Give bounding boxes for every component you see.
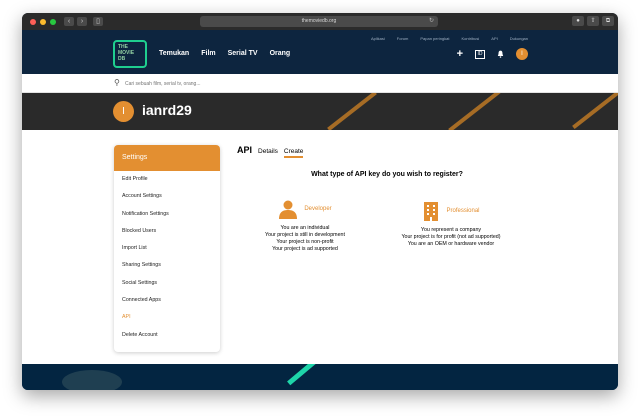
- sidebar-item-social-settings[interactable]: Social Settings: [114, 275, 220, 292]
- sidebar-item-connected-apps[interactable]: Connected Apps: [114, 292, 220, 309]
- user-avatar[interactable]: I: [516, 48, 528, 60]
- sidebar-item-edit-profile[interactable]: Edit Profile: [114, 171, 220, 188]
- site-footer: [22, 364, 618, 390]
- professional-line: You are an OEM or hardware vendor: [407, 241, 495, 247]
- share-icon[interactable]: ⇧: [587, 16, 599, 26]
- search-bar: ⚲: [22, 74, 618, 93]
- person-icon: [279, 200, 298, 219]
- sidebar-item-account-settings[interactable]: Account Settings: [114, 188, 220, 205]
- developer-line: You are an individual: [280, 225, 330, 231]
- minimize-window-button[interactable]: [40, 18, 46, 25]
- banner-stripe: [572, 93, 618, 130]
- bell-icon[interactable]: [497, 50, 504, 58]
- sidebar-item-delete-account[interactable]: Delete Account: [114, 327, 220, 344]
- browser-window: ‹ › ▯ themoviedb.org ↻ ● ⇧ ⧉ THE MOVIE D…: [22, 13, 618, 390]
- back-icon[interactable]: ‹: [64, 17, 74, 26]
- banner-stripe: [448, 93, 506, 130]
- footer-stripe: [287, 364, 321, 386]
- url-text: themoviedb.org: [301, 18, 337, 24]
- settings-content: Settings Edit Profile Account Settings N…: [22, 130, 618, 364]
- sidebar-title: Settings: [114, 145, 220, 171]
- tmdb-logo[interactable]: THE MOVIE DB: [113, 40, 147, 68]
- sidebar-item-notification-settings[interactable]: Notification Settings: [114, 206, 220, 223]
- link-api[interactable]: API: [491, 36, 497, 41]
- header-icons: + ID I: [457, 48, 528, 60]
- developer-line: Your project is ad supported: [272, 246, 338, 252]
- menu-item-temukan[interactable]: Temukan: [159, 50, 189, 57]
- reload-icon[interactable]: ↻: [429, 16, 434, 27]
- profile-banner: I ianrd29: [22, 93, 618, 130]
- link-dukungan[interactable]: Dukungan: [510, 36, 528, 41]
- sidebar-item-sharing-settings[interactable]: Sharing Settings: [114, 257, 220, 274]
- professional-line: Your project is for profit (not ad suppo…: [401, 234, 501, 240]
- link-papan-peringkat[interactable]: Papan peringkat: [420, 36, 449, 41]
- forward-icon[interactable]: ›: [77, 17, 87, 26]
- api-tabs: API Details Create: [237, 145, 304, 158]
- top-links: Aplikasi Forum Papan peringkat Kontribus…: [371, 36, 528, 41]
- professional-option[interactable]: Professional You represent a company You…: [387, 201, 515, 248]
- tab-details[interactable]: Details: [258, 148, 278, 155]
- sidebar-toggle-icon[interactable]: ▯: [93, 17, 103, 26]
- profile-username[interactable]: ianrd29: [142, 102, 192, 118]
- building-icon: [424, 202, 439, 221]
- site-header: THE MOVIE DB Temukan Film Serial TV Oran…: [22, 30, 618, 74]
- sidebar-item-blocked-users[interactable]: Blocked Users: [114, 223, 220, 240]
- link-aplikasi[interactable]: Aplikasi: [371, 36, 385, 41]
- api-key-question: What type of API key do you wish to regi…: [311, 171, 463, 178]
- developer-option[interactable]: Developer You are an individual Your pro…: [250, 199, 360, 253]
- sidebar-item-import-list[interactable]: Import List: [114, 240, 220, 257]
- banner-stripe: [327, 93, 377, 130]
- tabs-overview-icon[interactable]: ⧉: [602, 16, 614, 26]
- developer-line: Your project is still in development: [265, 232, 345, 238]
- search-icon: ⚲: [114, 78, 120, 87]
- menu-item-serial-tv[interactable]: Serial TV: [228, 50, 258, 57]
- browser-toolbar: ‹ › ▯ themoviedb.org ↻ ● ⇧ ⧉: [22, 13, 618, 30]
- developer-title[interactable]: Developer: [304, 206, 331, 213]
- tab-create[interactable]: Create: [283, 148, 304, 158]
- settings-sidebar: Settings Edit Profile Account Settings N…: [114, 145, 220, 352]
- menu-item-orang[interactable]: Orang: [270, 50, 291, 57]
- professional-line: You represent a company: [420, 227, 482, 233]
- search-input[interactable]: [125, 77, 425, 90]
- developer-line: Your project is non-profit: [276, 239, 334, 245]
- profile-avatar[interactable]: I: [113, 101, 134, 122]
- logo-line: DB: [118, 56, 126, 62]
- plus-icon[interactable]: +: [457, 48, 463, 60]
- address-bar[interactable]: themoviedb.org ↻: [200, 16, 438, 27]
- extension-icon[interactable]: ●: [572, 16, 584, 26]
- professional-title[interactable]: Professional: [446, 208, 479, 215]
- sidebar-item-api[interactable]: API: [114, 309, 220, 326]
- api-heading: API: [237, 145, 253, 155]
- link-kontribusi[interactable]: Kontribusi: [462, 36, 480, 41]
- language-badge[interactable]: ID: [475, 49, 485, 59]
- link-forum[interactable]: Forum: [397, 36, 409, 41]
- menu-item-film[interactable]: Film: [201, 50, 215, 57]
- main-menu: Temukan Film Serial TV Orang: [159, 50, 290, 57]
- maximize-window-button[interactable]: [50, 18, 56, 25]
- close-window-button[interactable]: [30, 18, 36, 25]
- footer-image: [62, 370, 122, 390]
